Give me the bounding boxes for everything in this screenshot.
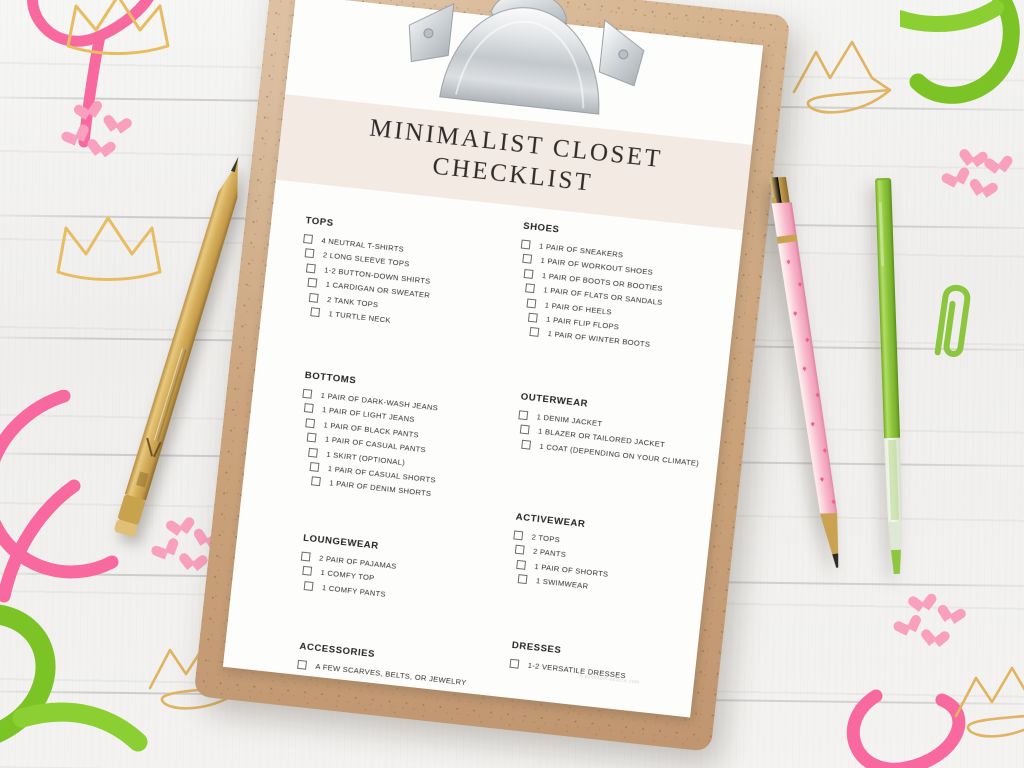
green-pen — [875, 177, 903, 574]
checklist-item-label: 1 SWIMWEAR — [535, 576, 589, 591]
checklist-item-label: 1 DENIM JACKET — [536, 412, 603, 429]
checkbox[interactable] — [518, 410, 529, 421]
checkbox[interactable] — [519, 424, 530, 435]
checkbox[interactable] — [297, 659, 307, 670]
clipboard: MINIMALIST CLOSET CHECKLIST TOPS 4 NEUTRA… — [193, 0, 791, 752]
green-ribbon-decor — [0, 604, 148, 752]
checklist-item-label: 1 COMFY TOP — [320, 568, 375, 583]
checkbox[interactable] — [300, 551, 311, 562]
section-heading: LOUNGEWEAR — [302, 532, 380, 552]
checklist-item-label: 2 TOPS — [531, 532, 561, 545]
checkbox[interactable] — [308, 292, 319, 303]
scene-background: MINIMALIST CLOSET CHECKLIST TOPS 4 NEUTRA… — [0, 0, 1024, 768]
checkbox[interactable] — [310, 476, 321, 487]
checklist-item-label: 1 PAIR OF SHORTS — [534, 561, 609, 579]
gold-crown-decor — [792, 40, 892, 114]
checklist-item-label: 1 COMFY PANTS — [321, 582, 387, 599]
checkbox[interactable] — [306, 432, 317, 443]
checkbox[interactable] — [523, 268, 534, 279]
section-loungewear: LOUNGEWEAR 2 PAIR OF PAJAMAS 1 COMFY TOP 1 … — [297, 533, 399, 605]
checkbox[interactable] — [520, 239, 531, 250]
checkbox[interactable] — [527, 312, 538, 323]
checkbox[interactable] — [526, 298, 537, 308]
checkbox[interactable] — [513, 530, 524, 541]
checkbox[interactable] — [305, 263, 316, 274]
checkbox[interactable] — [303, 233, 314, 244]
checklist-paper: MINIMALIST CLOSET CHECKLIST TOPS 4 NEUTRA… — [222, 0, 764, 718]
checkbox[interactable] — [303, 403, 314, 414]
pink-ribbon-decor — [846, 689, 966, 768]
checkbox[interactable] — [521, 439, 532, 450]
checkbox[interactable] — [307, 277, 318, 288]
section-activewear: ACTIVEWEAR 2 TOPS 2 PANTS 1 PAIR OF SHORTS 1… — [508, 512, 614, 599]
checklist-item-label: 2 TANK TOPS — [326, 294, 379, 309]
checklist-item-label: 2 PANTS — [532, 547, 567, 560]
pink-heart-pen — [769, 176, 839, 568]
checkbox[interactable] — [522, 254, 533, 265]
checklist-item-label: 1 TURTLE NECK — [328, 309, 392, 325]
checkbox[interactable] — [302, 388, 313, 399]
checkbox[interactable] — [305, 418, 316, 428]
section-outerwear: OUTERWEAR 1 DENIM JACKET 1 BLAZER OR TAILO… — [515, 391, 705, 473]
checkbox[interactable] — [302, 566, 313, 577]
gold-crown-decor — [56, 216, 162, 281]
green-paperclip — [934, 284, 971, 357]
checkbox[interactable] — [516, 559, 527, 570]
green-ribbon-decor — [900, 0, 1020, 104]
checkbox[interactable] — [517, 574, 528, 585]
checkbox[interactable] — [308, 447, 319, 458]
checkbox[interactable] — [310, 307, 321, 318]
section-shoes: SHOES 1 PAIR OF SNEAKERS 1 PAIR OF WORKOUT… — [511, 221, 670, 356]
checklist-item-label: 1 PAIR FLIP FLOPS — [545, 314, 620, 332]
checkbox[interactable] — [525, 283, 535, 294]
checkbox[interactable] — [514, 545, 525, 555]
section-bottoms: BOTTOMS 1 PAIR OF DARK-WASH JEANS 1 PAIR O… — [292, 370, 446, 504]
section-tops: TOPS 4 NEUTRAL T-SHIRTS 2 LONG SLEEVE TOPS… — [295, 215, 438, 334]
checklist-item-label: 1 PAIR OF HEELS — [544, 299, 613, 317]
checklist-columns: TOPS 4 NEUTRAL T-SHIRTS 2 LONG SLEEVE TOPS… — [223, 194, 742, 718]
checkbox[interactable] — [304, 248, 315, 259]
checkbox[interactable] — [303, 580, 314, 591]
checkbox[interactable] — [309, 461, 320, 472]
gold-crown-decor — [66, 0, 170, 55]
checkbox[interactable] — [529, 327, 540, 338]
section-heading: ACTIVEWEAR — [515, 511, 586, 531]
